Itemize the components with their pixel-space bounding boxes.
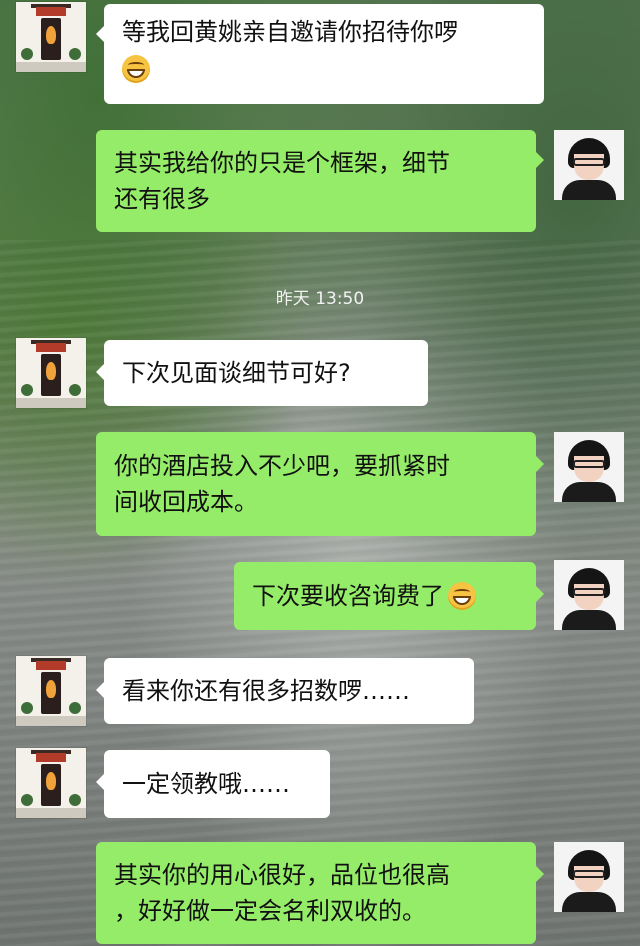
message-bubble-incoming[interactable]: 看来你还有很多招数啰……	[104, 658, 474, 724]
message-text: 下次要收咨询费了	[252, 582, 444, 610]
message-bubble-outgoing[interactable]: 其实我给你的只是个框架，细节 还有很多	[96, 130, 536, 232]
my-avatar[interactable]	[554, 130, 624, 200]
bubble-tail	[96, 774, 104, 790]
my-avatar[interactable]	[554, 432, 624, 502]
message-text: 看来你还有很多招数啰……	[122, 677, 410, 705]
message-timestamp: 昨天 13:50	[275, 289, 365, 309]
contact-avatar[interactable]	[16, 338, 86, 408]
my-avatar[interactable]	[554, 560, 624, 630]
my-avatar[interactable]	[554, 842, 624, 912]
message-bubble-outgoing[interactable]: 下次要收咨询费了	[234, 562, 536, 630]
bubble-tail	[536, 586, 544, 602]
message-bubble-incoming[interactable]: 一定领教哦……	[104, 750, 330, 818]
bubble-tail	[536, 456, 544, 472]
message-text: 其实你的用心很好，品位也很高 ，好好做一定会名利双收的。	[114, 861, 450, 925]
message-text: 你的酒店投入不少吧，要抓紧时 间收回成本。	[114, 452, 450, 516]
bubble-tail	[536, 866, 544, 882]
contact-avatar[interactable]	[16, 656, 86, 726]
message-bubble-outgoing[interactable]: 其实你的用心很好，品位也很高 ，好好做一定会名利双收的。	[96, 842, 536, 944]
message-text: 其实我给你的只是个框架，细节 还有很多	[114, 149, 450, 213]
message-bubble-incoming[interactable]: 等我回黄姚亲自邀请你招待你啰	[104, 4, 544, 104]
contact-avatar[interactable]	[16, 2, 86, 72]
message-text: 等我回黄姚亲自邀请你招待你啰	[122, 18, 458, 46]
grinning-face-icon	[122, 55, 150, 83]
message-text: 一定领教哦……	[122, 770, 290, 798]
message-bubble-incoming[interactable]: 下次见面谈细节可好?	[104, 340, 428, 406]
message-bubble-outgoing[interactable]: 你的酒店投入不少吧，要抓紧时 间收回成本。	[96, 432, 536, 536]
bubble-tail	[536, 152, 544, 168]
bubble-tail	[96, 26, 104, 42]
bubble-tail	[96, 364, 104, 380]
bubble-tail	[96, 682, 104, 698]
contact-avatar[interactable]	[16, 748, 86, 818]
grinning-face-icon	[448, 582, 476, 610]
message-text: 下次见面谈细节可好?	[122, 359, 351, 387]
